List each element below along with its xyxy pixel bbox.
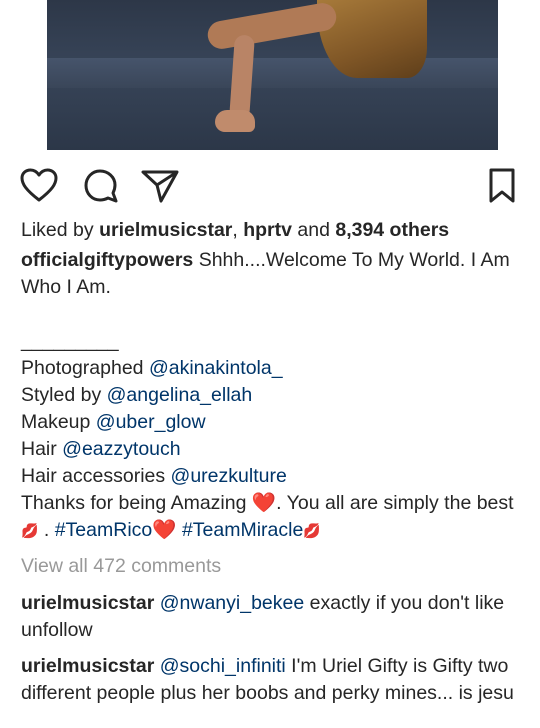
comment-mention[interactable]: @sochi_infiniti <box>160 655 286 677</box>
comments-section: View all 472 comments urielmusicstar @nw… <box>21 553 522 707</box>
credit-line: Styled by @angelina_ellah <box>21 382 522 409</box>
view-all-comments-link[interactable]: View all 472 comments <box>21 553 522 580</box>
save-icon[interactable] <box>487 168 517 204</box>
caption: officialgiftypowers Shhh....Welcome To M… <box>21 247 522 544</box>
credit-handle[interactable]: @urezkulture <box>171 465 287 487</box>
comment-username[interactable]: urielmusicstar <box>21 592 154 614</box>
comment-mention[interactable]: @nwanyi_bekee <box>160 592 304 614</box>
heart-emoji-icon: ❤️ <box>152 519 177 541</box>
likes-count[interactable]: 8,394 others <box>335 219 449 241</box>
likes-line: Liked by urielmusicstar, hprtv and 8,394… <box>21 217 522 244</box>
caption-thanks: Thanks for being Amazing ❤️. You all are… <box>21 490 522 544</box>
credit-label: Photographed <box>21 357 149 379</box>
post-photo[interactable] <box>47 0 498 150</box>
credit-handle[interactable]: @akinakintola_ <box>149 357 283 379</box>
caption-first: officialgiftypowers Shhh....Welcome To M… <box>21 247 522 301</box>
dot-text: . <box>38 519 55 541</box>
credit-label: Hair accessories <box>21 465 171 487</box>
credit-label: Styled by <box>21 384 107 406</box>
leg <box>205 0 339 52</box>
heart-emoji-icon: ❤️ <box>251 492 277 514</box>
credit-line: Hair accessories @urezkulture <box>21 463 522 490</box>
credit-handle[interactable]: @uber_glow <box>96 411 206 433</box>
credit-line: Hair @eazzytouch <box>21 436 522 463</box>
hashtag-teammiracle[interactable]: #TeamMiracle <box>182 519 303 541</box>
thanks-text: Thanks for being Amazing <box>21 492 252 514</box>
caption-username[interactable]: officialgiftypowers <box>21 249 193 271</box>
lips-emoji-icon: 💋 <box>21 522 39 539</box>
couch <box>47 58 498 88</box>
likes-and: and <box>291 219 336 241</box>
comment-icon[interactable] <box>83 168 119 204</box>
likes-separator: , <box>232 219 244 241</box>
caption-divider: _________ <box>21 330 119 352</box>
post-actions <box>0 160 540 210</box>
caption-blank <box>21 301 522 328</box>
hashtag-teamrico[interactable]: #TeamRico <box>55 519 153 541</box>
like-icon[interactable] <box>20 168 58 202</box>
credit-handle[interactable]: @angelina_ellah <box>107 384 253 406</box>
credit-line: Photographed @akinakintola_ <box>21 355 522 382</box>
thanks-text-2: . You all are simply the best <box>276 492 514 514</box>
comment-item: urielmusicstar @nwanyi_bekee exactly if … <box>21 590 522 644</box>
credit-line: Makeup @uber_glow <box>21 409 522 436</box>
leg-lower <box>229 34 255 121</box>
credit-label: Makeup <box>21 411 96 433</box>
lips-emoji-icon: 💋 <box>303 522 321 539</box>
liked-user-1[interactable]: urielmusicstar <box>99 219 232 241</box>
comment-item: urielmusicstar @sochi_infiniti I'm Uriel… <box>21 653 522 707</box>
comment-username[interactable]: urielmusicstar <box>21 655 154 677</box>
likes-prefix: Liked by <box>21 219 100 241</box>
credit-label: Hair <box>21 438 63 460</box>
credit-handle[interactable]: @eazzytouch <box>62 438 180 460</box>
foot <box>215 110 255 132</box>
liked-user-2[interactable]: hprtv <box>243 219 292 241</box>
share-icon[interactable] <box>140 168 180 204</box>
